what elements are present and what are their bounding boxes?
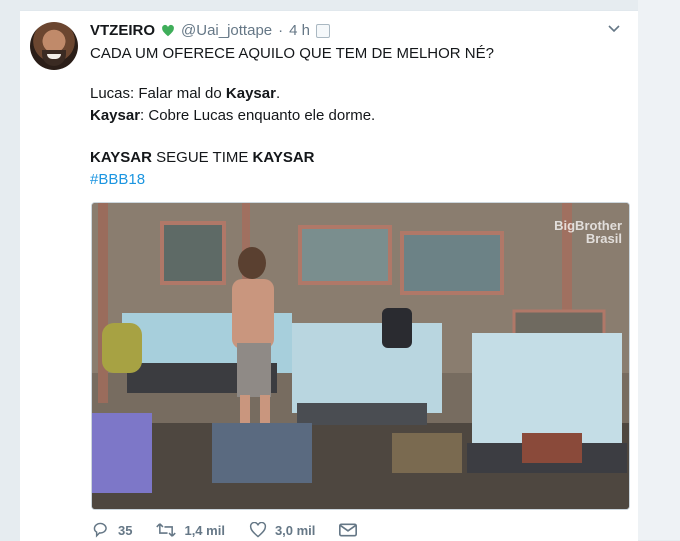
tweet-actions: 35 1,4 mil 3,0 mil: [92, 522, 389, 538]
reply-icon: [93, 522, 107, 538]
like-count: 3,0 mil: [274, 522, 316, 538]
message-icon: [339, 523, 358, 537]
heart-emoji-icon: [162, 24, 174, 36]
media-icon: [316, 23, 330, 38]
chevron-down-icon[interactable]: [608, 24, 620, 34]
hashtag-link[interactable]: #BBB18: [90, 170, 145, 190]
line1-text: CADA UM OFERECE AQUILO QUE TEM DE MELHOR…: [90, 45, 494, 62]
message-button[interactable]: [339, 523, 365, 537]
line2-suffix: .: [275, 85, 281, 102]
retweet-button[interactable]: 1,4 mil: [156, 522, 225, 538]
line3-bold: Kaysar: [90, 107, 141, 124]
like-button[interactable]: 3,0 mil: [249, 522, 315, 538]
photo-watermark: BigBrother Brasil: [554, 219, 622, 245]
line4-mid: SEGUE TIME: [151, 149, 253, 166]
line4-bold-2: KAYSAR: [252, 149, 315, 166]
reply-button[interactable]: 35: [92, 522, 132, 538]
display-name[interactable]: VTZEIRO: [90, 22, 155, 39]
avatar[interactable]: [30, 22, 78, 70]
watermark-line-2: Brasil: [585, 231, 622, 246]
tweet-line-3: Kaysar: Cobre Lucas enquanto ele dorme.: [90, 106, 375, 126]
timestamp[interactable]: 4 h: [289, 22, 310, 39]
line3-rest: : Cobre Lucas enquanto ele dorme.: [140, 107, 376, 124]
page-background-strip: [638, 0, 680, 540]
separator-dot: ·: [278, 22, 284, 39]
user-handle[interactable]: @Uai_jottape: [181, 22, 272, 39]
retweet-icon: [156, 523, 177, 537]
tweet-line-4: KAYSAR SEGUE TIME KAYSAR: [90, 148, 315, 168]
line2-bold: Kaysar: [225, 85, 276, 102]
line4-bold-1: KAYSAR: [90, 149, 152, 166]
retweet-count: 1,4 mil: [184, 522, 225, 538]
tweet-line-1: CADA UM OFERECE AQUILO QUE TEM DE MELHOR…: [90, 44, 494, 64]
tweet-photo[interactable]: BigBrother Brasil: [91, 202, 630, 510]
reply-count: 35: [118, 522, 133, 538]
line2-prefix: Lucas: Falar mal do: [90, 85, 226, 102]
tweet-line-2: Lucas: Falar mal do Kaysar.: [90, 84, 280, 104]
tweet-header: VTZEIRO @Uai_jottape · 4 h: [90, 22, 330, 39]
photo-scene: [92, 203, 629, 509]
like-icon: [249, 522, 267, 538]
